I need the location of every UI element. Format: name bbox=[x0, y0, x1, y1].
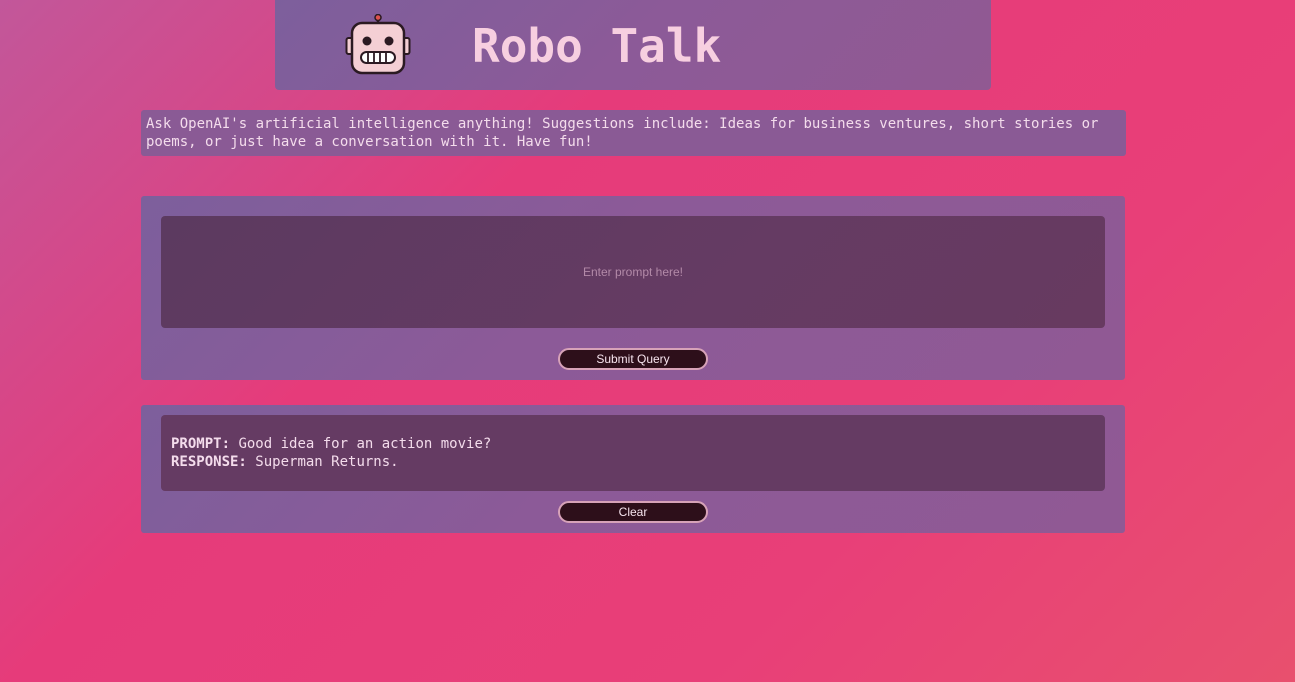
clear-button[interactable]: Clear bbox=[558, 501, 708, 523]
response-label: RESPONSE: bbox=[171, 454, 247, 470]
intro-text: Ask OpenAI's artificial intelligence any… bbox=[141, 110, 1126, 156]
prompt-line: PROMPT: Good idea for an action movie? bbox=[171, 435, 1095, 453]
submit-query-button[interactable]: Submit Query bbox=[558, 348, 708, 370]
prompt-text: Good idea for an action movie? bbox=[238, 436, 492, 452]
page-title: Robo Talk bbox=[472, 19, 722, 73]
response-line: RESPONSE: Superman Returns. bbox=[171, 453, 1095, 471]
response-box: PROMPT: Good idea for an action movie? R… bbox=[161, 415, 1105, 491]
prompt-input[interactable] bbox=[161, 216, 1105, 328]
robot-icon bbox=[345, 14, 411, 75]
prompt-label: PROMPT: bbox=[171, 436, 231, 452]
app-header: Robo Talk bbox=[275, 0, 991, 90]
prompt-form: Submit Query bbox=[141, 196, 1125, 380]
response-text: Superman Returns. bbox=[255, 454, 399, 470]
results-panel: PROMPT: Good idea for an action movie? R… bbox=[141, 405, 1125, 533]
